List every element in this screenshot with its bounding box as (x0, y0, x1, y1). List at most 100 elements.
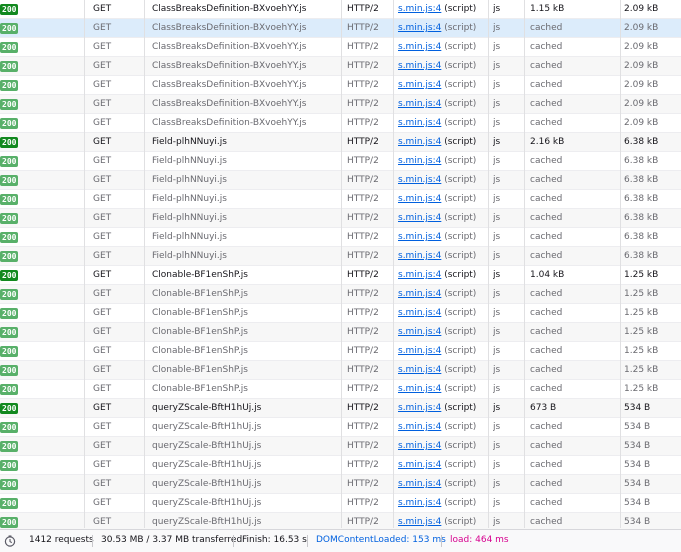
status-badge: 200 (0, 61, 19, 72)
file-cell: Field-plhNNuyi.js (152, 213, 227, 223)
size-cell: 6.38 kB (624, 175, 659, 185)
initiator-cell: s.min.js:4 (script) (398, 475, 486, 494)
transferred-cell: cached (530, 346, 563, 356)
initiator-link[interactable]: s.min.js:4 (398, 327, 441, 337)
transferred-cell: cached (530, 61, 563, 71)
status-cell: 200 (0, 209, 24, 228)
protocol-cell: HTTP/2 (347, 213, 379, 223)
status-cell: 200 (0, 304, 24, 323)
method-cell: GET (93, 422, 112, 432)
initiator-link[interactable]: s.min.js:4 (398, 175, 441, 185)
status-cell: 200 (0, 323, 24, 342)
initiator-cell: s.min.js:4 (script) (398, 437, 486, 456)
initiator-cell: s.min.js:4 (script) (398, 323, 486, 342)
type-cell: js (493, 118, 501, 128)
initiator-cell: s.min.js:4 (script) (398, 209, 486, 228)
initiator-link[interactable]: s.min.js:4 (398, 118, 441, 128)
initiator-link[interactable]: s.min.js:4 (398, 99, 441, 109)
method-cell: GET (93, 479, 112, 489)
initiator-type: (script) (444, 23, 477, 33)
transferred-cell: cached (530, 23, 563, 33)
size-cell: 6.38 kB (624, 232, 659, 242)
status-cell: 200 (0, 114, 24, 133)
initiator-link[interactable]: s.min.js:4 (398, 308, 441, 318)
file-cell: Clonable-BF1enShP.js (152, 327, 248, 337)
initiator-link[interactable]: s.min.js:4 (398, 422, 441, 432)
initiator-link[interactable]: s.min.js:4 (398, 346, 441, 356)
initiator-link[interactable]: s.min.js:4 (398, 289, 441, 299)
file-cell: ClassBreaksDefinition-BXvoehYY.js (152, 23, 307, 33)
transferred-cell: cached (530, 194, 563, 204)
protocol-cell: HTTP/2 (347, 498, 379, 508)
initiator-type: (script) (444, 422, 477, 432)
initiator-link[interactable]: s.min.js:4 (398, 61, 441, 71)
transferred-cell: cached (530, 42, 563, 52)
file-cell: ClassBreaksDefinition-BXvoehYY.js (152, 99, 307, 109)
method-cell: GET (93, 118, 112, 128)
file-cell: Clonable-BF1enShP.js (152, 384, 248, 394)
initiator-link[interactable]: s.min.js:4 (398, 479, 441, 489)
initiator-link[interactable]: s.min.js:4 (398, 232, 441, 242)
initiator-link[interactable]: s.min.js:4 (398, 517, 441, 527)
method-cell: GET (93, 99, 112, 109)
status-cell: 200 (0, 171, 24, 190)
initiator-link[interactable]: s.min.js:4 (398, 213, 441, 223)
initiator-link[interactable]: s.min.js:4 (398, 42, 441, 52)
status-cell: 200 (0, 418, 24, 437)
initiator-cell: s.min.js:4 (script) (398, 399, 486, 418)
initiator-link[interactable]: s.min.js:4 (398, 384, 441, 394)
protocol-cell: HTTP/2 (347, 365, 379, 375)
status-badge: 200 (0, 384, 19, 395)
protocol-cell: HTTP/2 (347, 479, 379, 489)
initiator-link[interactable]: s.min.js:4 (398, 137, 441, 147)
clock-icon[interactable] (4, 535, 16, 547)
transferred-summary: 30.53 MB / 3.37 MB transferred (101, 535, 243, 545)
size-cell: 2.09 kB (624, 4, 659, 14)
transferred-cell: 673 B (530, 403, 557, 413)
file-cell: ClassBreaksDefinition-BXvoehYY.js (152, 80, 307, 90)
transferred-cell: cached (530, 99, 563, 109)
initiator-cell: s.min.js:4 (script) (398, 342, 486, 361)
initiator-type: (script) (444, 346, 477, 356)
type-cell: js (493, 137, 501, 147)
initiator-cell: s.min.js:4 (script) (398, 38, 486, 57)
method-cell: GET (93, 42, 112, 52)
initiator-link[interactable]: s.min.js:4 (398, 270, 441, 280)
protocol-cell: HTTP/2 (347, 460, 379, 470)
status-badge: 200 (0, 346, 19, 357)
initiator-link[interactable]: s.min.js:4 (398, 460, 441, 470)
initiator-link[interactable]: s.min.js:4 (398, 4, 441, 14)
initiator-link[interactable]: s.min.js:4 (398, 441, 441, 451)
protocol-cell: HTTP/2 (347, 327, 379, 337)
status-separator (92, 535, 93, 547)
protocol-cell: HTTP/2 (347, 99, 379, 109)
initiator-cell: s.min.js:4 (script) (398, 171, 486, 190)
initiator-link[interactable]: s.min.js:4 (398, 498, 441, 508)
type-cell: js (493, 460, 501, 470)
initiator-link[interactable]: s.min.js:4 (398, 194, 441, 204)
initiator-cell: s.min.js:4 (script) (398, 361, 486, 380)
initiator-link[interactable]: s.min.js:4 (398, 156, 441, 166)
transferred-cell: cached (530, 289, 563, 299)
initiator-link[interactable]: s.min.js:4 (398, 251, 441, 261)
protocol-cell: HTTP/2 (347, 270, 379, 280)
transferred-cell: cached (530, 384, 563, 394)
initiator-cell: s.min.js:4 (script) (398, 494, 486, 513)
initiator-link[interactable]: s.min.js:4 (398, 403, 441, 413)
status-separator (233, 535, 234, 547)
initiator-type: (script) (444, 175, 477, 185)
status-cell: 200 (0, 494, 24, 513)
column-divider (524, 0, 525, 528)
method-cell: GET (93, 232, 112, 242)
type-cell: js (493, 213, 501, 223)
initiator-link[interactable]: s.min.js:4 (398, 80, 441, 90)
type-cell: js (493, 384, 501, 394)
status-badge: 200 (0, 365, 19, 376)
column-divider (488, 0, 489, 528)
initiator-link[interactable]: s.min.js:4 (398, 365, 441, 375)
type-cell: js (493, 327, 501, 337)
initiator-cell: s.min.js:4 (script) (398, 418, 486, 437)
request-count: 1412 requests (29, 535, 94, 545)
protocol-cell: HTTP/2 (347, 61, 379, 71)
initiator-link[interactable]: s.min.js:4 (398, 23, 441, 33)
